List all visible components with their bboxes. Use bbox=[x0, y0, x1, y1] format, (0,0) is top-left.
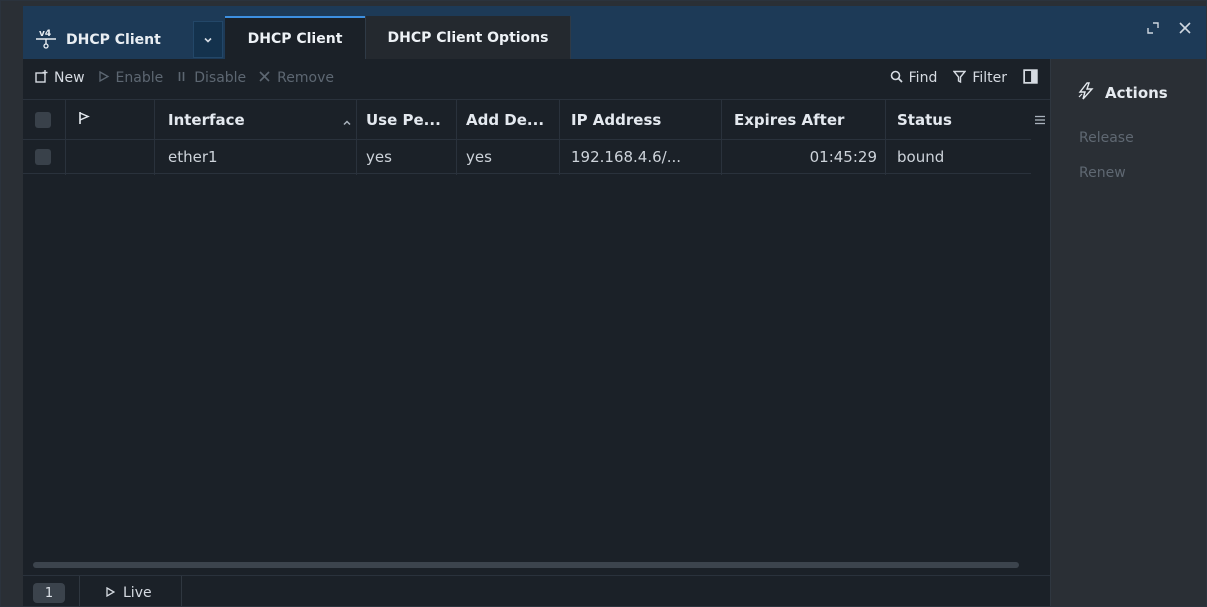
toolbar: New Enable Disable Remove Find Filter bbox=[23, 59, 1050, 97]
horizontal-scrollbar[interactable] bbox=[33, 562, 1019, 568]
table-row[interactable]: ether1 yes yes 192.168.4.6/... 01:45:29 … bbox=[23, 140, 1031, 174]
status-divider bbox=[79, 576, 80, 606]
enable-button-label: Enable bbox=[115, 70, 164, 86]
chevron-down-icon bbox=[203, 30, 213, 49]
column-header-ip-address[interactable]: IP Address bbox=[571, 100, 721, 139]
remove-icon bbox=[258, 70, 271, 87]
column-header-add-default[interactable]: Add De... bbox=[466, 100, 559, 139]
table-header: Interface Use Pe... Add De... IP Address… bbox=[23, 100, 1031, 140]
column-header-status[interactable]: Status bbox=[897, 100, 1017, 139]
cell-status: bound bbox=[897, 147, 945, 166]
window-menu-dropdown[interactable] bbox=[193, 21, 223, 58]
column-header-label: Expires After bbox=[734, 110, 845, 129]
window-left-frame bbox=[1, 1, 23, 606]
checkbox bbox=[35, 111, 51, 128]
side-panel-icon bbox=[1023, 68, 1038, 88]
column-header-interface[interactable]: Interface bbox=[168, 100, 356, 139]
select-all-checkbox[interactable] bbox=[35, 100, 65, 139]
cell-expires-after: 01:45:29 bbox=[809, 147, 877, 166]
toolbar-right: Find Filter bbox=[890, 59, 1038, 97]
enable-button[interactable]: Enable bbox=[97, 59, 164, 97]
actions-panel: Actions Release Renew bbox=[1050, 59, 1206, 606]
renew-action[interactable]: Renew bbox=[1079, 165, 1126, 181]
status-bar: 1 Live bbox=[23, 575, 1050, 606]
column-header-label: Use Pe... bbox=[366, 110, 441, 129]
window-title-label: DHCP Client bbox=[66, 31, 161, 48]
cell-use-peer: yes bbox=[366, 147, 392, 166]
dhcp-client-table: Interface Use Pe... Add De... IP Address… bbox=[23, 99, 1050, 576]
dhcp-client-window: v4 DHCP Client DHCP Client DHCP Client O… bbox=[0, 0, 1207, 607]
column-header-use-peer[interactable]: Use Pe... bbox=[366, 100, 456, 139]
row-checkbox[interactable] bbox=[35, 140, 65, 173]
cell-interface: ether1 bbox=[168, 147, 218, 166]
cell-ip-address: 192.168.4.6/... bbox=[571, 147, 682, 166]
window-title[interactable]: v4 DHCP Client bbox=[31, 21, 165, 58]
search-icon bbox=[890, 70, 903, 87]
disable-button[interactable]: Disable bbox=[175, 59, 246, 97]
filter-button[interactable]: Filter bbox=[952, 59, 1007, 97]
live-toggle-button[interactable]: Live bbox=[105, 576, 152, 606]
actions-header: Actions bbox=[1077, 82, 1168, 104]
cell-add-default: yes bbox=[466, 147, 492, 166]
toggle-panel-button[interactable] bbox=[1023, 59, 1038, 97]
tab-label: DHCP Client bbox=[247, 30, 343, 47]
find-button[interactable]: Find bbox=[890, 59, 938, 97]
dhcp-v4-icon: v4 bbox=[35, 27, 57, 53]
tab-dhcp-client[interactable]: DHCP Client bbox=[225, 16, 365, 59]
play-icon bbox=[105, 585, 116, 601]
item-count-badge: 1 bbox=[33, 583, 65, 603]
column-header-expires-after[interactable]: Expires After bbox=[734, 100, 885, 139]
new-button-label: New bbox=[54, 70, 85, 86]
new-item-icon bbox=[35, 69, 48, 87]
column-header-label: Interface bbox=[168, 110, 245, 129]
tab-label: DHCP Client Options bbox=[387, 29, 549, 46]
hamburger-menu-icon bbox=[1034, 110, 1046, 129]
column-header-label: Add De... bbox=[466, 110, 545, 129]
filter-icon bbox=[952, 70, 967, 87]
status-divider bbox=[181, 576, 182, 606]
svg-text:v4: v4 bbox=[39, 29, 51, 39]
column-header-label: Status bbox=[897, 110, 952, 129]
checkbox bbox=[35, 148, 51, 165]
remove-button[interactable]: Remove bbox=[258, 59, 334, 97]
disable-button-label: Disable bbox=[194, 70, 247, 86]
flag-column-header[interactable] bbox=[78, 100, 108, 139]
column-header-label: IP Address bbox=[571, 110, 662, 129]
lightning-icon bbox=[1077, 82, 1095, 104]
title-bar: v4 DHCP Client DHCP Client DHCP Client O… bbox=[23, 6, 1206, 59]
filter-button-label: Filter bbox=[972, 70, 1007, 86]
live-label: Live bbox=[123, 584, 152, 601]
flag-icon bbox=[78, 111, 90, 129]
sort-ascending-icon bbox=[342, 114, 352, 132]
remove-button-label: Remove bbox=[277, 70, 334, 86]
column-menu-button[interactable] bbox=[1034, 100, 1046, 139]
tab-dhcp-client-options[interactable]: DHCP Client Options bbox=[365, 16, 571, 59]
restore-icon[interactable] bbox=[1146, 20, 1160, 39]
find-button-label: Find bbox=[908, 70, 938, 86]
play-icon bbox=[97, 70, 110, 87]
release-action[interactable]: Release bbox=[1079, 130, 1134, 146]
close-icon[interactable] bbox=[1178, 20, 1192, 39]
new-button[interactable]: New bbox=[35, 59, 85, 97]
window-controls bbox=[1146, 20, 1192, 39]
actions-title-label: Actions bbox=[1105, 84, 1168, 102]
pause-icon bbox=[175, 70, 188, 87]
